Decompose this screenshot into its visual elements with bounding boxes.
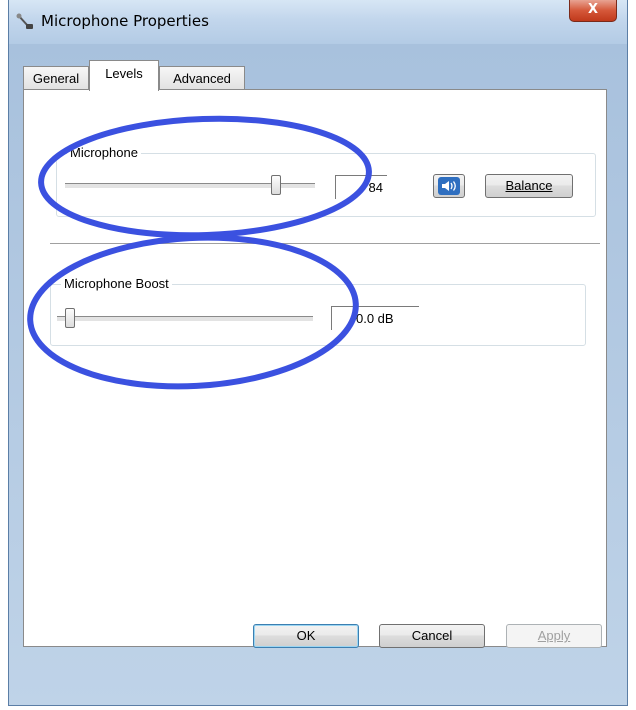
close-icon: X	[587, 2, 599, 17]
window-title: Microphone Properties	[41, 12, 209, 30]
apply-button: Apply	[506, 624, 602, 648]
tab-levels-label: Levels	[105, 66, 143, 81]
tab-general-label: General	[32, 71, 80, 86]
ok-button[interactable]: OK	[253, 624, 359, 648]
close-button[interactable]: X	[569, 0, 617, 22]
microphone-slider-thumb[interactable]	[271, 175, 281, 195]
properties-window: Microphone Properties X General Levels A…	[8, 0, 628, 706]
cancel-button[interactable]: Cancel	[379, 624, 485, 648]
microphone-boost-group: Microphone Boost 0.0 dB	[50, 276, 586, 346]
boost-slider-thumb[interactable]	[65, 308, 75, 328]
microphone-boost-group-label: Microphone Boost	[61, 276, 172, 291]
levels-panel: Microphone 84 Balance Microphone Boost 0…	[23, 89, 607, 648]
apply-button-label: Apply	[537, 628, 571, 643]
tab-advanced-label: Advanced	[173, 71, 231, 86]
microphone-icon	[16, 13, 33, 29]
boost-slider-track[interactable]	[57, 316, 313, 322]
mute-button[interactable]	[433, 174, 465, 198]
tab-general[interactable]: General	[23, 66, 89, 90]
microphone-level-value[interactable]: 84	[335, 175, 387, 199]
tab-strip: General Levels Advanced	[23, 60, 607, 91]
balance-button-label: Balance	[505, 178, 553, 193]
cancel-button-label: Cancel	[411, 628, 453, 643]
speaker-icon	[438, 177, 460, 195]
boost-level-value[interactable]: 0.0 dB	[331, 306, 419, 330]
tab-levels[interactable]: Levels	[89, 60, 159, 91]
tab-advanced[interactable]: Advanced	[159, 66, 245, 90]
microphone-group: Microphone 84 Balance	[56, 145, 596, 217]
section-divider	[50, 243, 600, 244]
ok-button-label: OK	[296, 628, 316, 643]
title-bar[interactable]: Microphone Properties X	[9, 0, 627, 44]
balance-button[interactable]: Balance	[485, 174, 573, 198]
microphone-group-label: Microphone	[67, 145, 141, 160]
